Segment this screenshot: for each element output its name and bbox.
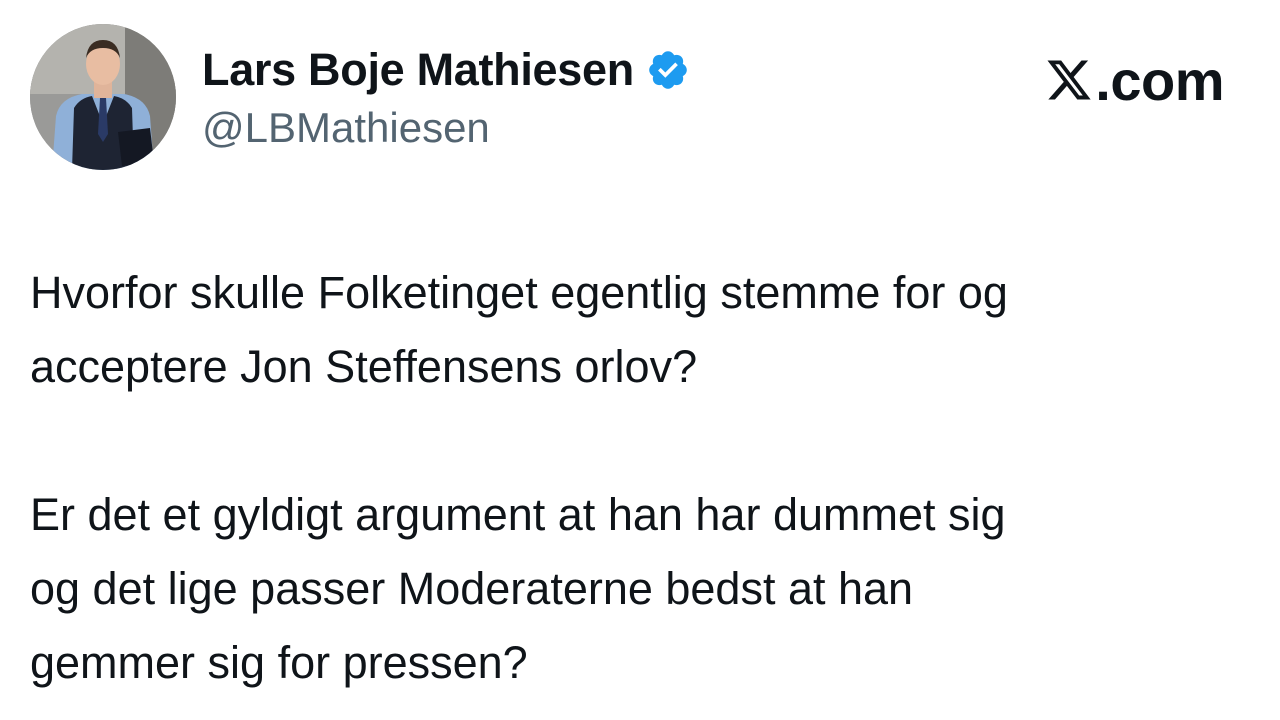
brand-domain-label: .com <box>1095 48 1224 112</box>
author-handle[interactable]: @LBMathiesen <box>202 104 490 152</box>
tweet-paragraph-2: Er det et gyldigt argument at han har du… <box>30 489 1006 688</box>
brand-logo: .com <box>1045 48 1224 112</box>
author-name-row: Lars Boje Mathiesen <box>202 42 690 98</box>
author-display-name[interactable]: Lars Boje Mathiesen <box>202 44 634 96</box>
avatar[interactable] <box>30 24 176 170</box>
tweet-card: Lars Boje Mathiesen @LBMathiesen .com Hv… <box>0 0 1280 720</box>
avatar-photo <box>30 24 176 170</box>
x-logo-icon <box>1045 56 1093 104</box>
verified-badge-icon <box>646 48 690 92</box>
tweet-paragraph-1: Hvorfor skulle Folketinget egentlig stem… <box>30 267 1008 392</box>
tweet-body: Hvorfor skulle Folketinget egentlig stem… <box>30 256 1260 700</box>
